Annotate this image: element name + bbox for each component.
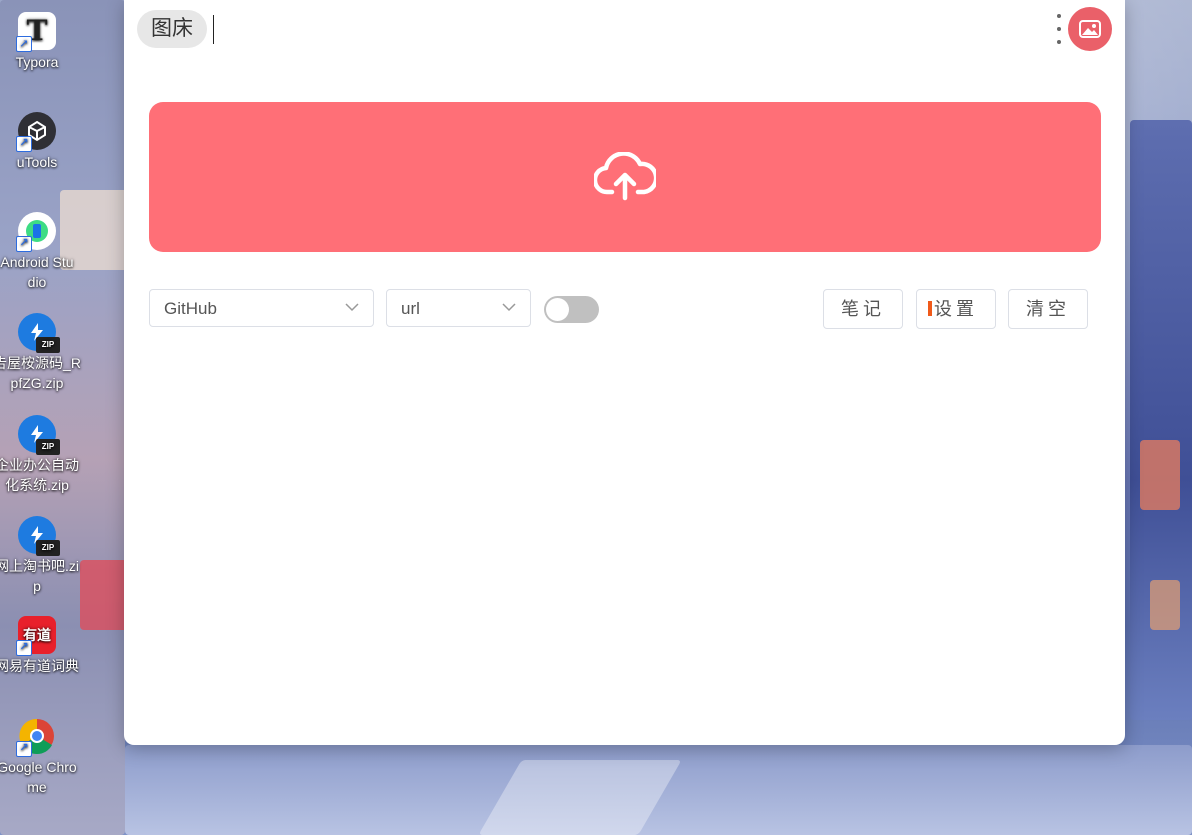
desktop-icon-label: 网易有道词典: [0, 658, 79, 674]
desktop-icon-label: Android Stu: [0, 254, 74, 270]
desktop-icon-label: uTools: [16, 154, 58, 170]
chevron-down-icon: [502, 303, 516, 312]
desktop-icon-label: 告屋桉源码_R: [0, 355, 81, 371]
wallpaper-lantern-small: [1150, 580, 1180, 630]
desktop-icon-zip-2[interactable]: ZIP 企业办公自动 化系统.zip: [0, 415, 79, 495]
image-icon: [1079, 20, 1101, 38]
format-select-value: url: [401, 299, 420, 318]
clear-button[interactable]: 清空: [1008, 289, 1088, 329]
toggle-knob: [546, 298, 569, 321]
desktop-icon-label: Typora: [15, 54, 59, 70]
desktop-icon-label: Google Chro: [0, 759, 77, 775]
desktop-icon-youdao[interactable]: 有道 ↗ 网易有道词典: [0, 616, 79, 676]
wallpaper-lantern: [1140, 440, 1180, 510]
desktop-icon-label: pfZG.zip: [10, 375, 64, 391]
zip-icon: ZIP: [18, 415, 60, 455]
more-dot-icon: [1057, 14, 1061, 18]
image-bed-window: 图床 GitHub url 笔记 设置 清空: [124, 0, 1125, 745]
upload-dropzone[interactable]: [149, 102, 1101, 252]
rename-toggle-switch[interactable]: [544, 296, 599, 323]
chrome-icon: ↗: [16, 717, 56, 757]
desktop-icon-typora[interactable]: T ↗ Typora: [0, 12, 74, 72]
desktop-icon-label: 网上淘书吧.zi: [0, 558, 79, 574]
text-caret: [213, 15, 214, 44]
settings-button-label: 设置: [934, 299, 978, 319]
desktop-icon-zip-1[interactable]: ZIP 告屋桉源码_R pfZG.zip: [0, 313, 81, 393]
youdao-icon: 有道 ↗: [16, 616, 56, 656]
more-menu-button[interactable]: [1053, 14, 1065, 44]
host-select-value: GitHub: [164, 299, 217, 318]
desktop-icon-label: me: [27, 779, 47, 795]
cloud-upload-icon: [594, 152, 656, 201]
format-select[interactable]: url: [386, 289, 531, 327]
app-title[interactable]: 图床: [137, 10, 207, 48]
zip-icon: ZIP: [18, 516, 60, 556]
desktop-icon-chrome[interactable]: ↗ Google Chro me: [0, 717, 77, 797]
notes-button[interactable]: 笔记: [823, 289, 903, 329]
chevron-down-icon: [345, 303, 359, 312]
desktop-icon-label: 化系统.zip: [5, 477, 69, 493]
app-avatar[interactable]: [1068, 7, 1112, 51]
desktop-icon-label: dio: [27, 274, 47, 290]
wallpaper-red-sign: [80, 560, 130, 630]
utools-icon: ↗: [16, 112, 56, 152]
zip-icon: ZIP: [18, 313, 60, 353]
controls-bar: GitHub url 笔记 设置 清空: [149, 289, 1101, 329]
desktop-icon-android-studio[interactable]: ↗ Android Stu dio: [0, 212, 74, 292]
more-dot-icon: [1057, 40, 1061, 44]
android-studio-icon: ↗: [16, 212, 56, 252]
host-select[interactable]: GitHub: [149, 289, 374, 327]
more-dot-icon: [1057, 27, 1061, 31]
desktop-icon-label: 企业办公自动: [0, 457, 79, 473]
desktop-icon-label: p: [33, 578, 41, 594]
wallpaper-right-buildings: [1130, 120, 1192, 720]
desktop-icon-zip-3[interactable]: ZIP 网上淘书吧.zi p: [0, 516, 79, 596]
typora-icon: T ↗: [16, 12, 56, 52]
desktop-icon-utools[interactable]: ↗ uTools: [0, 112, 74, 172]
cursor-marker: [928, 301, 932, 316]
settings-button[interactable]: 设置: [916, 289, 996, 329]
